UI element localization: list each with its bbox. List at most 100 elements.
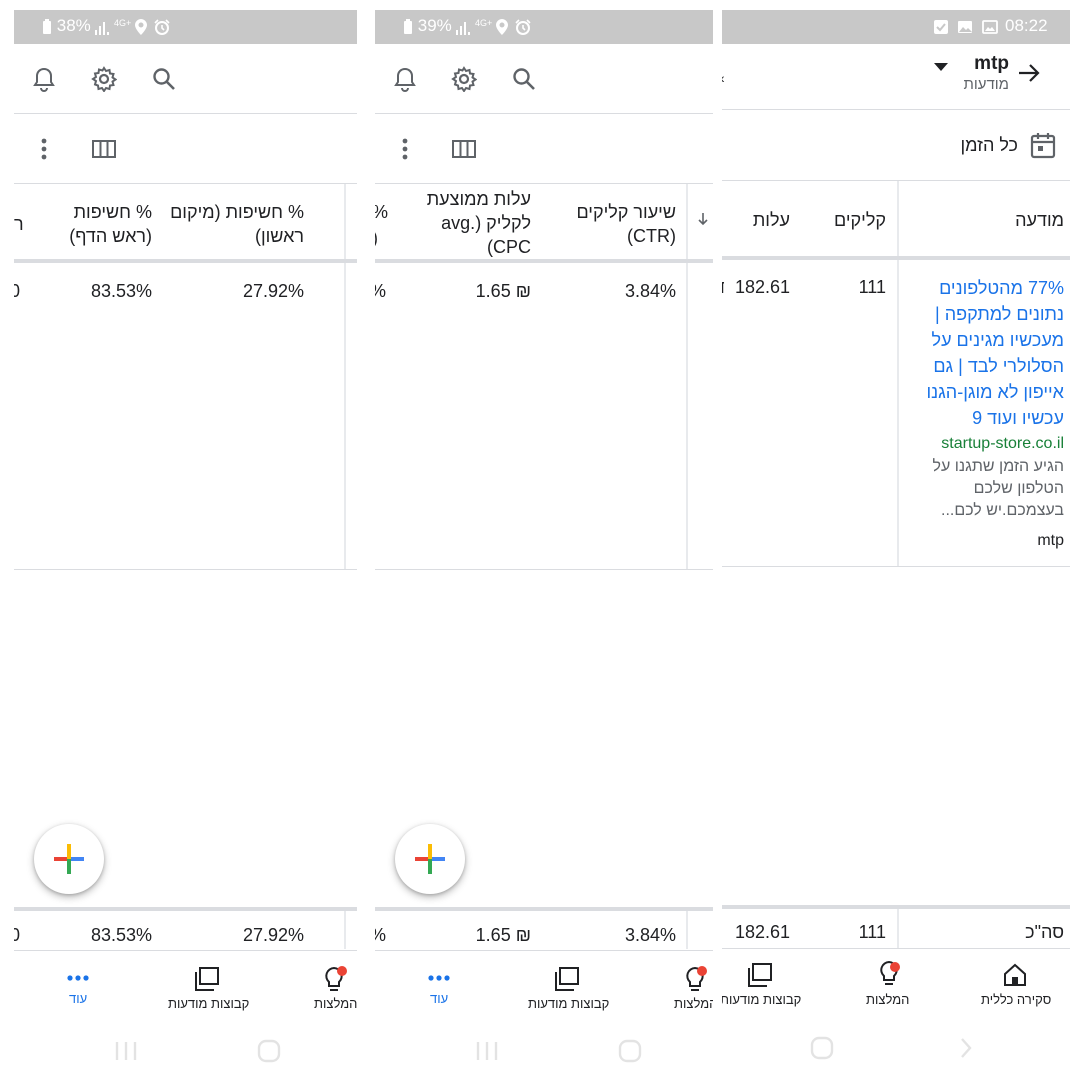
- nav-recommendations-label: המלצות: [314, 996, 357, 1011]
- nav-more[interactable]: עוד: [428, 969, 450, 1006]
- divider: [722, 109, 1070, 110]
- columns-icon[interactable]: [92, 139, 116, 159]
- settings-icon[interactable]: [451, 66, 477, 92]
- divider: [375, 950, 713, 951]
- campaign-title[interactable]: mtp: [974, 53, 1009, 75]
- nav-recommendations-label: המלצות: [674, 996, 713, 1011]
- add-fab-button[interactable]: [395, 824, 465, 894]
- date-range[interactable]: כל הזמן: [960, 135, 1018, 156]
- total-top-impr-first: 27.92%: [242, 925, 304, 945]
- nav-more[interactable]: עוד: [67, 969, 89, 1006]
- divider: [375, 113, 713, 114]
- column-divider: [897, 909, 899, 949]
- screenshot-panel-left: 38% 4G+ % חשיפות (מיקום ראשון) % חשיפות …: [14, 0, 357, 1080]
- notification-badge: [890, 962, 900, 972]
- battery-status: 39%: [403, 16, 452, 36]
- notifications-icon[interactable]: [393, 67, 417, 93]
- column-header-cost[interactable]: עלות: [753, 208, 790, 232]
- nav-ad-groups-label: קבוצות מודעות: [528, 996, 610, 1011]
- more-vert-icon[interactable]: [40, 137, 48, 161]
- column-header-top-impr-first[interactable]: % חשיפות (מיקום ראשון): [154, 200, 304, 248]
- search-icon[interactable]: [512, 67, 536, 91]
- row-divider: [14, 569, 357, 570]
- add-fab-button[interactable]: [34, 824, 104, 894]
- cell-top-impr-first: 27.92%: [242, 281, 304, 301]
- clipped-glyph: ‹: [722, 70, 725, 86]
- dropdown-arrow-icon[interactable]: [933, 59, 949, 77]
- total-cost: 182.61: [734, 922, 790, 942]
- header-divider: [375, 259, 713, 263]
- back-arrow-icon[interactable]: [1017, 61, 1041, 90]
- divider: [722, 948, 1070, 949]
- back-nav-icon[interactable]: [958, 1037, 972, 1064]
- gallery-notification-icon: [982, 16, 998, 36]
- signal-icon: [455, 16, 473, 36]
- ad-groups-icon: [555, 967, 579, 991]
- home-overview-icon: [1004, 963, 1026, 986]
- total-label: סה"כ: [1025, 922, 1064, 942]
- column-header-top-impr[interactable]: % חשיפות (ראש הדף): [32, 200, 152, 248]
- ad-headline-link[interactable]: 77% מהטלפונים נתונים למתקפה | מעכשיו מגי…: [904, 275, 1065, 431]
- battery-status: 38%: [42, 16, 91, 36]
- location-icon: [496, 16, 508, 36]
- nav-overview-label: סקירה כללית: [981, 992, 1052, 1007]
- column-divider: [686, 184, 688, 570]
- cell-top-impr: 83.53%: [90, 281, 152, 301]
- calendar-icon[interactable]: [1030, 131, 1056, 164]
- notifications-icon[interactable]: [32, 67, 56, 93]
- divider: [722, 180, 1070, 181]
- total-clipped: %: [375, 925, 386, 946]
- column-header-clicks[interactable]: קליקים: [834, 208, 886, 232]
- bottom-nav: עוד קבוצות מודעות המלצות: [375, 955, 713, 1015]
- settings-icon[interactable]: [91, 66, 117, 92]
- column-header-clipped: ר: [14, 214, 24, 234]
- header-divider: [722, 256, 1070, 260]
- ad-group-name: mtp: [1037, 532, 1064, 549]
- home-icon[interactable]: [618, 1039, 642, 1068]
- page-subtitle: מודעות: [963, 76, 1009, 93]
- status-bar: 38% 4G+: [14, 10, 357, 44]
- cell-ctr: 3.84%: [624, 281, 676, 301]
- alarm-icon: [515, 16, 531, 36]
- clock: 08:22: [1005, 16, 1048, 35]
- recents-icon[interactable]: [475, 1040, 499, 1067]
- columns-icon[interactable]: [452, 139, 476, 159]
- column-divider: [897, 181, 899, 567]
- recents-icon[interactable]: [114, 1040, 138, 1067]
- column-divider: [344, 184, 346, 570]
- location-icon: [135, 16, 147, 36]
- column-divider: [686, 911, 688, 949]
- more-vert-icon[interactable]: [401, 137, 409, 161]
- status-bar: 08:22: [722, 10, 1070, 44]
- total-ctr: 3.84%: [624, 925, 676, 945]
- screenshot-panel-middle: 39% 4G+ שיעור קליקים (CTR) עלות ממוצעת ל…: [375, 0, 713, 1080]
- totals-divider: [14, 907, 357, 911]
- column-header-ad[interactable]: מודעה: [1015, 208, 1064, 232]
- total-clipped: 0: [14, 925, 21, 945]
- home-icon[interactable]: [257, 1039, 281, 1068]
- home-icon[interactable]: [810, 1036, 834, 1065]
- status-bar: 39% 4G+: [375, 10, 713, 44]
- nav-more-label: עוד: [69, 991, 88, 1006]
- total-top-impr: 83.53%: [90, 925, 152, 945]
- ad-display-url: startup-store.co.il: [941, 435, 1064, 452]
- notification-badge: [697, 966, 707, 976]
- column-header-ctr[interactable]: שיעור קליקים (CTR): [536, 200, 676, 248]
- divider: [14, 183, 357, 184]
- nav-more-label: עוד: [430, 991, 449, 1006]
- sort-arrow-icon[interactable]: [697, 211, 709, 232]
- cell-clipped: %: [375, 281, 386, 302]
- row-divider: [722, 566, 1070, 567]
- column-header-avg-cpc[interactable]: עלות ממוצעת לקליק (avg. CPC): [401, 187, 531, 259]
- divider: [14, 950, 357, 951]
- column-header-clipped-2: (: [375, 226, 378, 250]
- divider: [375, 183, 713, 184]
- signal-icon: [94, 16, 112, 36]
- search-icon[interactable]: [152, 67, 176, 91]
- battery-icon: [404, 18, 412, 34]
- column-header-clipped: %: [375, 200, 388, 224]
- nav-ad-groups-label: קבוצות מודעות: [722, 992, 802, 1007]
- network-type: 4G+: [475, 18, 493, 28]
- header-divider: [14, 259, 357, 263]
- bottom-nav: קבוצות מודעות המלצות סקירה כללית: [722, 955, 1070, 1015]
